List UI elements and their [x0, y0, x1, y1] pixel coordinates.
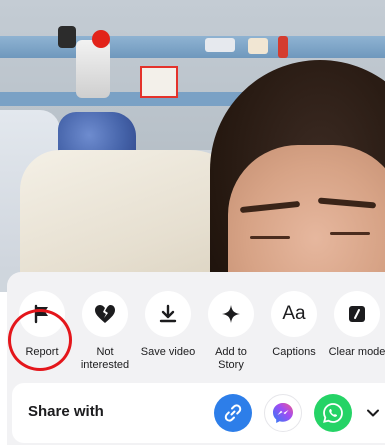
whatsapp-button[interactable] — [314, 394, 352, 432]
messenger-button[interactable] — [264, 394, 302, 432]
captions-button[interactable]: Aa Captions — [259, 291, 329, 359]
chevron-down-icon — [367, 409, 379, 417]
share-with-row: Share with — [12, 383, 385, 443]
oxygen-flowmeter — [76, 40, 110, 98]
video-frame — [0, 0, 385, 292]
link-icon — [224, 404, 242, 422]
not-interested-circle[interactable] — [82, 291, 128, 337]
sparkle-icon — [222, 305, 240, 323]
add-to-story-circle[interactable] — [208, 291, 254, 337]
add-to-story-button[interactable]: Add to Story — [196, 291, 266, 372]
closed-eye — [250, 236, 290, 239]
person-face — [228, 145, 385, 292]
action-label: Captions — [272, 346, 316, 358]
action-label: Add to Story — [215, 346, 247, 371]
not-interested-button[interactable]: Not interested — [70, 291, 140, 372]
share-more-button[interactable] — [363, 403, 383, 423]
action-row: Report Not interested Save video Add to … — [7, 291, 385, 391]
clear-mode-icon — [349, 306, 365, 322]
wall-sign — [140, 66, 178, 98]
action-label: Save video — [140, 346, 196, 358]
whatsapp-icon — [323, 403, 343, 423]
share-with-title: Share with — [28, 403, 104, 420]
wall-outlet — [205, 38, 235, 52]
download-icon — [159, 304, 177, 323]
save-video-circle[interactable] — [145, 291, 191, 337]
flowmeter-knob — [92, 30, 110, 48]
share-sheet: Report Not interested Save video Add to … — [7, 272, 385, 445]
broken-heart-icon — [95, 305, 115, 323]
messenger-icon — [273, 403, 293, 423]
wall-outlet — [248, 38, 268, 54]
closed-eye — [330, 232, 370, 235]
copy-link-button[interactable] — [214, 394, 252, 432]
action-label: Clear mode — [328, 346, 385, 358]
action-label: Not interested — [80, 346, 130, 371]
clear-mode-button[interactable]: Clear mode — [322, 291, 385, 359]
clear-mode-circle[interactable] — [334, 291, 380, 337]
report-highlight-circle — [8, 309, 72, 371]
captions-icon: Aa — [282, 303, 306, 324]
captions-circle[interactable]: Aa — [271, 291, 317, 337]
wall-valve — [58, 26, 76, 48]
wall-outlet — [278, 36, 288, 58]
save-video-button[interactable]: Save video — [133, 291, 203, 359]
